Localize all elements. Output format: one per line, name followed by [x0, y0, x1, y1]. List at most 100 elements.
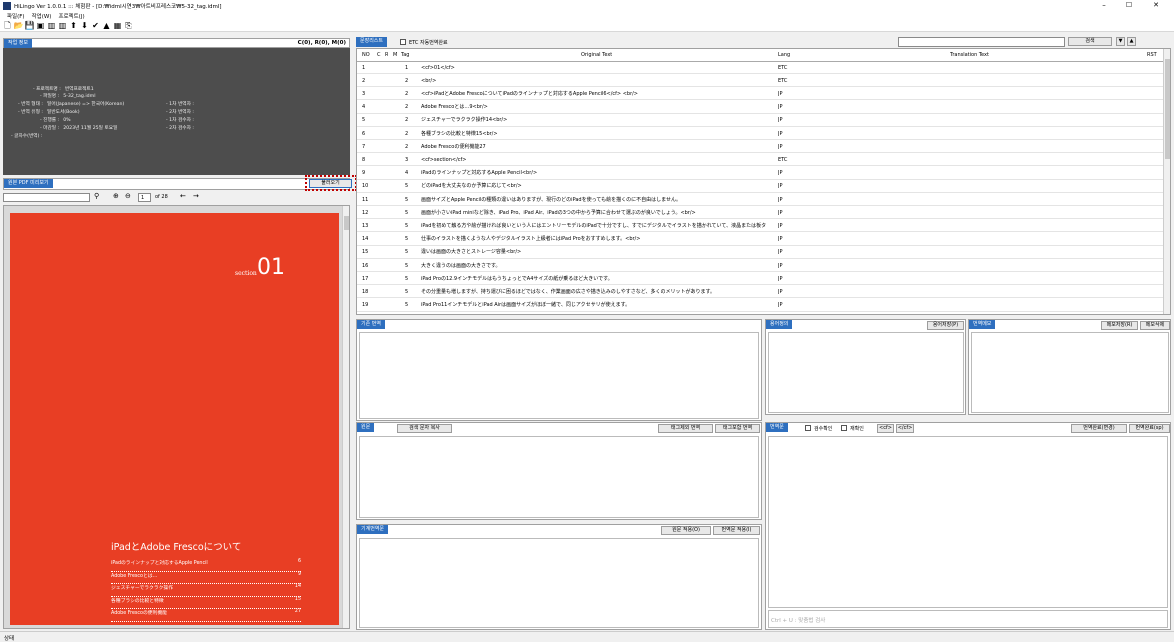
info-value: 번역프로젝트1	[64, 87, 94, 92]
arrow-up-icon[interactable]: ⬆	[69, 21, 78, 30]
new-file-icon[interactable]: 🗋	[3, 21, 12, 30]
menu-file[interactable]: 파일(F)	[7, 12, 25, 20]
info-row: - 파일명 :5-32_tag.idml	[40, 93, 96, 99]
tag-include-translate-button[interactable]: 태그포함 번역	[715, 424, 760, 433]
complete-change-button[interactable]: 번역완료(변경)	[1071, 424, 1127, 433]
table-row[interactable]: 7 2 Adobe Frescoの便利機能27 JP	[357, 141, 1165, 154]
table-row[interactable]: 8 3 <cf>section</cf> ETC	[357, 154, 1165, 167]
table-row[interactable]: 4 2 Adobe Frescoとは…9<br/> JP	[357, 101, 1165, 114]
pdf-scrollbar[interactable]	[342, 206, 349, 628]
zoom-out-icon[interactable]: ⊖	[125, 192, 131, 200]
search-copy-button[interactable]: 검색 문자 복사	[397, 424, 452, 433]
col-lang[interactable]: Lang	[778, 49, 790, 62]
filter-up-icon[interactable]: ▲	[1127, 37, 1136, 46]
table-row[interactable]: 2 2 <br/> ETC	[357, 75, 1165, 88]
translation-text[interactable]	[768, 436, 1168, 608]
col-no[interactable]: NO	[362, 49, 370, 62]
table-row[interactable]: 9 4 iPadのラインナップと対応するApple Pencil<br/> JP	[357, 167, 1165, 180]
book-icon[interactable]: ▣	[36, 21, 45, 30]
pdf-load-button[interactable]: 불러오기	[309, 179, 352, 188]
existing-translation-text[interactable]	[359, 332, 759, 419]
open-folder-icon[interactable]: 📂	[14, 21, 24, 30]
menu-project[interactable]: 프로젝트(J)	[58, 12, 84, 20]
row-original-text: その分重量も増しますが、持ち運びに困るほどではなく、作業画面の広さや描き込みのし…	[421, 288, 716, 295]
glossary-header: 용어정의	[766, 320, 793, 329]
recheck-checkbox[interactable]	[841, 425, 847, 431]
barcode-icon[interactable]: ▥	[47, 21, 56, 30]
col-m[interactable]: M	[393, 49, 397, 62]
pdf-page: section 01 iPadとAdobe Frescoについて iPadのライ…	[10, 213, 339, 625]
menu-work[interactable]: 작업(W)	[32, 12, 52, 20]
machine-translation-text[interactable]	[359, 538, 759, 628]
next-page-icon[interactable]: →	[193, 192, 199, 200]
export-icon[interactable]: ⎘	[124, 21, 133, 30]
minimize-button[interactable]: –	[1092, 0, 1116, 11]
translation-panel: 번역문 검수확인 재확인 <cf> </cf> 번역완료(변경) 번역완료(sp…	[765, 422, 1171, 630]
info-header-bar: 작업 정보 C(0), R(0), M(0)	[3, 38, 350, 48]
title-bar: HiLingo Ver 1.0.0.1 ::: 체험판 - [D:₩idml시연…	[0, 0, 1174, 11]
info-label: - 마감일 :	[40, 126, 60, 131]
col-translation-text[interactable]: Translation Text	[950, 49, 989, 62]
cf-close-button[interactable]: </cf>	[896, 424, 914, 433]
spellcheck-bar[interactable]: Ctrl + U : 맞춤법 검사	[768, 610, 1168, 628]
col-c[interactable]: C	[377, 49, 381, 62]
col-tag[interactable]: Tag	[401, 49, 409, 62]
table-row[interactable]: 15 5 違いは画面の大きさとストレージ容量<br/> JP	[357, 246, 1165, 259]
pdf-search-input[interactable]	[3, 193, 90, 202]
maximize-button[interactable]: ☐	[1117, 0, 1141, 11]
prev-page-icon[interactable]: ←	[180, 192, 186, 200]
table-row[interactable]: 11 5 画面サイズとApple Pencilの種類の違いはありますが、現行のどのi…	[357, 194, 1165, 206]
row-lang: ETC	[778, 64, 788, 71]
table-row[interactable]: 16 5 大きく違うのは画面の大きさです。 JP	[357, 260, 1165, 272]
menu-bar: 파일(F) 작업(W) 프로젝트(J)	[0, 11, 1174, 20]
table-row[interactable]: 17 5 iPad Proの12.9インチモデルはもうちょっとでA4サイズの紙が乗る…	[357, 273, 1165, 286]
col-original-text[interactable]: Original Text	[581, 49, 612, 62]
memo-save-button[interactable]: 메모저장(R)	[1101, 321, 1138, 330]
grid-icon[interactable]: ▦	[113, 21, 122, 30]
table-row[interactable]: 6 2 各種ブラシの比較と特徴15<br/> JP	[357, 128, 1165, 140]
close-button[interactable]: ✕	[1144, 0, 1168, 11]
zoom-in-icon[interactable]: ⊕	[113, 192, 119, 200]
row-tag: 2	[405, 90, 409, 97]
apply-source-button[interactable]: 원문 적용(O)	[661, 526, 711, 535]
memo-text[interactable]	[971, 332, 1169, 413]
table-row[interactable]: 1 1 <cf>01</cf> ETC	[357, 62, 1165, 74]
glossary-save-button[interactable]: 용어저장(P)	[927, 321, 964, 330]
search-icon[interactable]: ⚲	[94, 192, 99, 200]
row-original-text: Adobe Frescoの便利機能27	[421, 143, 486, 150]
grid-scrollbar[interactable]	[1163, 49, 1170, 314]
etc-checkbox[interactable]	[400, 39, 406, 45]
toc-item: Adobe Frescoの便利機能 27	[111, 609, 301, 622]
source-text[interactable]	[359, 436, 759, 518]
table-row[interactable]: 18 5 その分重量も増しますが、持ち運びに困るほどではなく、作業画面の広さや描き込…	[357, 286, 1165, 299]
table-row[interactable]: 5 2 ジェスチャーでラクラク操作14<br/> JP	[357, 114, 1165, 127]
grid-search-input[interactable]	[898, 37, 1065, 47]
table-row[interactable]: 12 5 画面が小さいiPad miniなど除き、iPad Pro、iPad Air…	[357, 207, 1165, 220]
warning-icon[interactable]: ▲	[102, 21, 111, 30]
save-icon[interactable]: 💾	[25, 21, 35, 30]
tag-except-translate-button[interactable]: 태그제외 번역	[658, 424, 713, 433]
filter-down-icon[interactable]: ▼	[1116, 37, 1125, 46]
table-row[interactable]: 19 5 iPad Pro11インチモデルとiPad Airは画面サイズがほぼ一緒で…	[357, 299, 1165, 312]
pdf-section-word: section	[235, 270, 257, 277]
check-icon[interactable]: ✔	[91, 21, 100, 30]
glossary-text[interactable]	[768, 332, 964, 413]
table-row[interactable]: 10 5 どのiPadを大丈夫なのか予算に応じて<br/> JP	[357, 180, 1165, 193]
toc-item: iPadのラインナップと対応するApple Pencil 6	[111, 559, 301, 572]
review-checkbox[interactable]	[805, 425, 811, 431]
arrow-down-icon[interactable]: ⬇	[80, 21, 89, 30]
row-original-text: <cf>section</cf>	[421, 156, 467, 163]
toc-text: iPadのラインナップと対応するApple Pencil	[111, 561, 208, 566]
col-r[interactable]: R	[385, 49, 388, 62]
table-row[interactable]: 13 5 iPadを初めて触る方や絵が描ければ良いという人にはエントリーモデルのiP…	[357, 220, 1165, 233]
apply-translation-button[interactable]: 번역문 적용(I)	[713, 526, 760, 535]
cf-open-button[interactable]: <cf>	[877, 424, 894, 433]
memo-delete-button[interactable]: 메모삭제	[1140, 321, 1170, 330]
table-row[interactable]: 3 2 <cf>iPadとAdobe FrescoについてiPadのラインナップと対…	[357, 88, 1165, 101]
pdf-page-input[interactable]	[138, 193, 151, 202]
complete-sp-button[interactable]: 번역완료(sp)	[1129, 424, 1170, 433]
table-row[interactable]: 14 5 仕事のイラストを描くような人やデジタルイラスト上級者にはiPad Proを…	[357, 233, 1165, 246]
grid-search-button[interactable]: 검색	[1068, 37, 1112, 46]
barcode2-icon[interactable]: ▥	[58, 21, 67, 30]
col-rst[interactable]: RST	[1147, 49, 1157, 62]
